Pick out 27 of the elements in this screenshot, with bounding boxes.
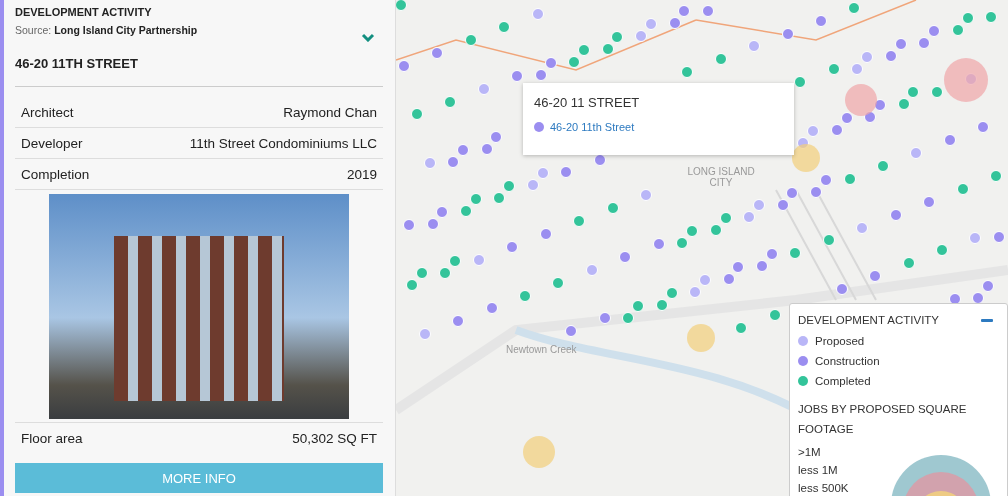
row-value: 50,302 SQ FT [292, 430, 377, 446]
size-label: less 1M [798, 463, 839, 478]
source-name: Long Island City Partnership [54, 24, 198, 36]
row-value: 11th Street Condominiums LLC [189, 135, 377, 151]
source-label: Source: [15, 24, 52, 36]
row-label: Architect [21, 104, 74, 120]
map[interactable]: 46-20 11 STREET 46-20 11th Street LONG ISLAND CITY Newtown Creek DEVELOPMENT ACTIVITY Proposed Construction Completed JOBS BY PROPOSED SQUARE FOOTAGE >1M less 1M less 500K [396, 0, 1008, 496]
legend-label: Construction [815, 355, 880, 367]
legend-title: DEVELOPMENT ACTIVITY [798, 314, 939, 326]
panel-heading: DEVELOPMENT ACTIVITY [15, 6, 153, 18]
legend-label: Completed [815, 375, 871, 387]
legend-subtitle: JOBS BY PROPOSED SQUARE FOOTAGE [798, 402, 968, 437]
row-label: Developer [21, 135, 83, 151]
project-link[interactable]: 46-20 11th Street [550, 121, 635, 133]
size-label: >1M [798, 445, 822, 460]
property-title: 46-20 11TH STREET [15, 56, 139, 71]
legend-label: Proposed [815, 335, 865, 347]
map-label: Newtown Creek [506, 344, 577, 355]
row-value: 2019 [346, 166, 377, 182]
row-label: Completion [21, 166, 90, 182]
popup-title: 46-20 11 STREET [534, 95, 641, 110]
row-label: Floor area [21, 430, 83, 446]
collapse-icon[interactable] [981, 318, 993, 322]
map-label: LONG ISLAND CITY [686, 166, 756, 188]
row-value: Raymond Chan [283, 104, 377, 120]
size-label: less 500K [798, 481, 849, 496]
chevron-down-icon[interactable] [361, 33, 375, 42]
